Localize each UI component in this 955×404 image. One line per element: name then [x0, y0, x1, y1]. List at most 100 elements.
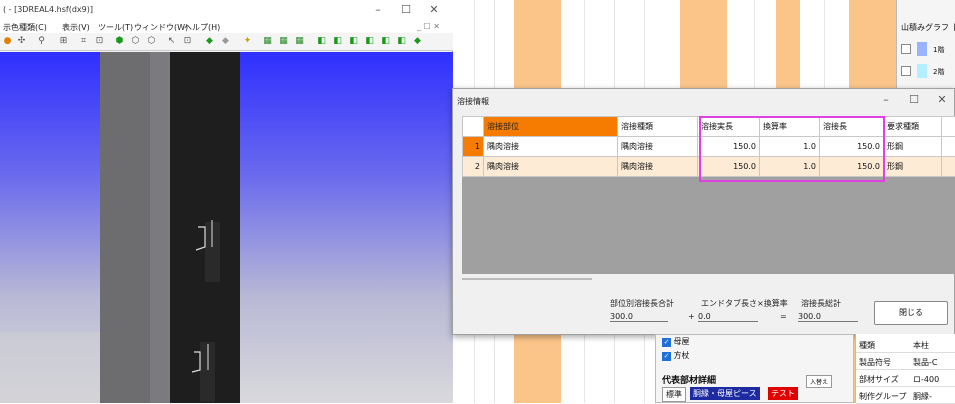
property-grid: 種類本柱 製品符号 製品-C 部材サイズ ロ-400 制作グループ胴縁-	[855, 334, 955, 403]
highlight-box	[699, 116, 885, 182]
category-label: 代表部材詳細	[662, 373, 716, 386]
viewer-titlebar: ( - [3DREAL4.hsf(dx9)] – ☐ ✕	[0, 0, 453, 20]
color-swatch	[917, 64, 927, 78]
floor-label: 1階	[933, 45, 944, 55]
checkbox-floor2[interactable]	[901, 66, 911, 76]
grand-total-value: 300.0	[798, 312, 858, 322]
column-header[interactable]: 溶接部位	[484, 117, 618, 137]
checkbox-checked-icon[interactable]: ✓	[662, 352, 671, 361]
view-front-icon[interactable]: ◧	[316, 36, 327, 47]
menu-window[interactable]: ウィンドウ(W)	[134, 22, 188, 33]
mdi-controls[interactable]: _ ☐ ✕	[417, 22, 440, 31]
color-swatch	[917, 42, 927, 56]
cell-part[interactable]: 隅肉溶接	[484, 137, 618, 157]
zoom-icon[interactable]: ⚲	[36, 36, 47, 47]
solid-view-icon[interactable]: ⬢	[114, 36, 125, 47]
property-row[interactable]: 種類本柱	[856, 336, 955, 353]
dialog-close-icon[interactable]: ✕	[934, 93, 950, 107]
endtab-label: エンドタブ長さ×換算率	[701, 298, 788, 309]
floor-shadow	[0, 332, 100, 403]
rotate-icon[interactable]: ●	[2, 36, 13, 47]
menu-tools[interactable]: ツール(T)	[98, 22, 133, 33]
replace-badge[interactable]: 入替え	[806, 375, 832, 388]
zoom-fit-icon[interactable]: ⊡	[182, 36, 193, 47]
viewer-title: ( - [3DREAL4.hsf(dx9)]	[3, 5, 93, 14]
view-back-icon[interactable]: ◧	[332, 36, 343, 47]
property-row[interactable]: 制作グループ胴縁-	[856, 387, 955, 404]
view-top-icon[interactable]: ◧	[380, 36, 391, 47]
endtab-value: 0.0	[698, 312, 758, 322]
maximize-button[interactable]: ☐	[398, 3, 414, 17]
layer3-icon[interactable]: ▦	[294, 36, 305, 47]
row-number[interactable]: 1	[463, 137, 484, 157]
property-value: 本柱	[913, 340, 929, 351]
viewer-window: ( - [3DREAL4.hsf(dx9)] – ☐ ✕ 示色種類(C) 表示(…	[0, 0, 453, 403]
plus-sign: +	[688, 312, 695, 321]
zoom-window-icon[interactable]: ⊡	[94, 36, 105, 47]
dialog-maximize-button[interactable]: ☐	[906, 93, 922, 107]
minimize-button[interactable]: –	[370, 3, 386, 17]
grand-total-label: 溶接長総計	[801, 298, 841, 309]
part-total-value: 300.0	[610, 312, 668, 322]
property-key: 制作グループ	[859, 391, 907, 402]
grid-icon[interactable]: ⊞	[58, 36, 69, 47]
layer1-icon[interactable]: ▦	[262, 36, 273, 47]
cell-req[interactable]: 形鋼	[884, 137, 942, 157]
property-row[interactable]: 部材サイズ ロ-400	[856, 370, 955, 387]
property-value: ロ-400	[913, 374, 939, 385]
layer2-icon[interactable]: ▦	[278, 36, 289, 47]
cell-req[interactable]: 形鋼	[884, 157, 942, 177]
menu-help[interactable]: ヘルプ(H)	[184, 22, 220, 33]
arrow-right-icon[interactable]: ◆	[220, 36, 231, 47]
cell-type[interactable]: 隅肉溶接	[618, 157, 698, 177]
weld-table: 溶接部位 溶接種類 溶接実長 換算率 溶接長 要求種類 1 隅肉溶接 隅肉溶接 …	[462, 116, 955, 274]
property-key: 部材サイズ	[859, 374, 899, 385]
column-header[interactable]: 要求種類	[884, 117, 942, 137]
view-left-icon[interactable]: ◧	[348, 36, 359, 47]
menu-color[interactable]: 示色種類(C)	[3, 22, 47, 33]
toolbar: ● ✣ ⚲ ⊞ ⌗ ⊡ ⬢ ⬡ ⬡ ↖ ⊡ ◆ ◆ ✦ ▦ ▦ ▦ ◧ ◧ ◧ …	[0, 33, 453, 51]
arrow-left-icon[interactable]: ◆	[204, 36, 215, 47]
3d-model	[0, 52, 453, 403]
pan-icon[interactable]: ✣	[16, 36, 27, 47]
dialog-title: 溶接情報	[457, 96, 489, 107]
property-value: 製品-C	[913, 357, 937, 368]
tab-piece[interactable]: 胴縁・母屋ピース	[690, 387, 760, 400]
wand-icon[interactable]: ✦	[242, 36, 253, 47]
menu-view[interactable]: 表示(V)	[62, 22, 90, 33]
view-bottom-icon[interactable]: ◧	[396, 36, 407, 47]
3d-viewport[interactable]	[0, 52, 453, 403]
property-value: 胴縁-	[913, 391, 932, 402]
part-total-label: 部位別溶接長合計	[610, 298, 674, 309]
wire-view-icon[interactable]: ⬡	[130, 36, 141, 47]
tree-item[interactable]: ✓ 母屋	[662, 336, 690, 347]
checkbox-floor1[interactable]	[901, 44, 911, 54]
close-button[interactable]: ✕	[426, 3, 442, 17]
hidden-view-icon[interactable]: ⬡	[146, 36, 157, 47]
scrollbar[interactable]	[462, 278, 592, 280]
cell-type[interactable]: 隅肉溶接	[618, 137, 698, 157]
column-header[interactable]: 溶接種類	[618, 117, 698, 137]
cell-extra	[942, 137, 955, 157]
select-icon[interactable]: ⌗	[78, 36, 89, 47]
tab-test[interactable]: テスト	[768, 387, 798, 400]
property-row[interactable]: 製品符号 製品-C	[856, 353, 955, 370]
tab-standard[interactable]: 標準	[662, 387, 686, 402]
dialog-minimize-button[interactable]: –	[878, 93, 894, 107]
menu-bar: 示色種類(C) 表示(V) ツール(T) ウィンドウ(W) ヘルプ(H) _ ☐…	[0, 20, 453, 33]
floor-label: 2階	[933, 67, 944, 77]
property-key: 製品符号	[859, 357, 891, 368]
panel-header: 山積みグラフ【	[901, 22, 955, 33]
member-tree: ✓ 母屋 ✓ 方杖 代表部材詳細 入替え 標準 胴縁・母屋ピース テスト	[655, 334, 854, 403]
equals-sign: =	[780, 312, 787, 321]
close-dialog-button[interactable]: 閉じる	[874, 301, 948, 325]
checkbox-checked-icon[interactable]: ✓	[662, 338, 671, 347]
cell-part[interactable]: 隅肉溶接	[484, 157, 618, 177]
pointer-icon[interactable]: ↖	[166, 36, 177, 47]
column-edge	[150, 52, 170, 403]
view-iso-icon[interactable]: ◆	[412, 36, 423, 47]
row-number[interactable]: 2	[463, 157, 484, 177]
tree-item[interactable]: ✓ 方杖	[662, 350, 690, 361]
view-right-icon[interactable]: ◧	[364, 36, 375, 47]
column-header-extra	[942, 117, 955, 137]
